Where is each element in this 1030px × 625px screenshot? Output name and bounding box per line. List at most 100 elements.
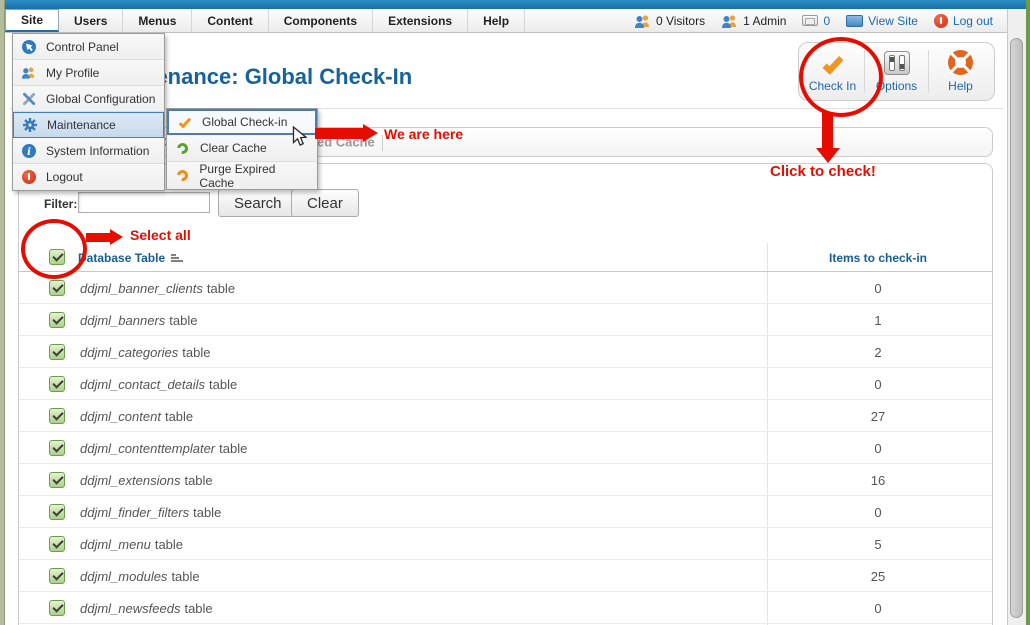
table-row: ddjml_newsfeedstable 0 (19, 592, 992, 624)
menu-menus[interactable]: Menus (123, 9, 192, 32)
admins-icon (721, 14, 738, 28)
check-icon (177, 115, 192, 130)
submenuitem-label: Purge Expired Cache (199, 162, 309, 190)
row-table-name: ddjml_finder_filterstable (80, 505, 221, 520)
table-row: ddjml_extensionstable 16 (19, 464, 992, 496)
row-table-name: ddjml_extensionstable (80, 473, 213, 488)
search-button[interactable]: Search (218, 189, 298, 217)
row-checkin-count: 1 (768, 313, 988, 328)
visitors-count: 0 Visitors (656, 14, 705, 28)
admins-status: 1 Admin (721, 14, 786, 28)
row-checkbox[interactable] (49, 472, 65, 488)
menuitem-global-configuration[interactable]: Global Configuration (13, 86, 164, 112)
row-checkin-count: 0 (768, 281, 988, 296)
subnav-separator (382, 135, 383, 151)
view-site-label: View Site (868, 14, 918, 28)
row-checkbox[interactable] (49, 600, 65, 616)
gear-icon (22, 118, 37, 133)
annotation-arrow-down (822, 112, 833, 149)
messages-status[interactable]: 0 (802, 14, 830, 28)
row-checkbox[interactable] (49, 536, 65, 552)
info-icon: i (21, 143, 36, 158)
row-checkbox[interactable] (49, 408, 65, 424)
table-header: Database Table Items to check-in (19, 243, 992, 272)
row-table-name: ddjml_contenttemplatertable (80, 441, 247, 456)
help-label: Help (948, 79, 973, 93)
menuitem-my-profile[interactable]: My Profile (13, 60, 164, 86)
annotation-arrow-here (315, 128, 363, 139)
menuitem-control-panel[interactable]: Control Panel (13, 34, 164, 60)
row-checkbox[interactable] (49, 312, 65, 328)
power-icon (21, 170, 36, 185)
svg-text:i: i (27, 146, 31, 157)
row-checkin-count: 27 (768, 409, 988, 424)
row-checkin-count: 2 (768, 345, 988, 360)
help-icon (948, 50, 973, 75)
annotation-arrow-select-head (110, 229, 123, 245)
row-checkbox[interactable] (49, 344, 65, 360)
table-row: ddjml_bannerstable 1 (19, 304, 992, 336)
menuitem-label: Global Configuration (46, 92, 155, 106)
help-button[interactable]: Help (929, 47, 992, 96)
scrollbar-thumb[interactable] (1010, 38, 1023, 618)
logout-link[interactable]: Log out (934, 14, 993, 28)
sort-asc-icon (171, 254, 183, 262)
annotation-select-all: Select all (130, 227, 191, 243)
site-dropdown-menu: Control Panel My Profile Global Configur… (12, 33, 165, 191)
mouse-cursor (292, 126, 307, 147)
menuitem-maintenance[interactable]: Maintenance (13, 112, 164, 138)
menuitem-label: System Information (46, 144, 149, 158)
submenuitem-label: Global Check-in (202, 115, 287, 129)
menu-content[interactable]: Content (192, 9, 268, 32)
row-table-name: ddjml_menutable (80, 537, 183, 552)
annotation-circle-select-all (21, 219, 87, 279)
menu-components[interactable]: Components (269, 9, 373, 32)
clear-button[interactable]: Clear (291, 189, 359, 217)
options-icon (884, 51, 910, 75)
menuitem-label: My Profile (46, 66, 99, 80)
mail-icon (802, 15, 818, 26)
row-checkbox[interactable] (49, 440, 65, 456)
row-table-name: ddjml_contenttable (80, 409, 193, 424)
table-row: ddjml_finder_filterstable 0 (19, 496, 992, 528)
menu-site[interactable]: Site (5, 9, 59, 32)
row-checkbox[interactable] (49, 376, 65, 392)
annotation-circle-checkin (799, 37, 883, 117)
annotation-arrow-select (86, 233, 110, 242)
user-icon (21, 65, 36, 80)
refresh-orange-icon (175, 168, 189, 183)
view-site-link[interactable]: View Site (846, 14, 918, 28)
menuitem-logout[interactable]: Logout (13, 164, 164, 190)
row-checkin-count: 0 (768, 441, 988, 456)
row-table-name: ddjml_bannerstable (80, 313, 197, 328)
column-header-database-table[interactable]: Database Table (78, 251, 183, 265)
row-table-name: ddjml_newsfeedstable (80, 601, 213, 616)
admin-menubar: Site Users Menus Content Components Exte… (5, 9, 1007, 33)
row-checkin-count: 0 (768, 377, 988, 392)
menu-help[interactable]: Help (468, 9, 525, 32)
row-checkin-count: 0 (768, 505, 988, 520)
refresh-green-icon (175, 141, 190, 156)
table-row: ddjml_categoriestable 2 (19, 336, 992, 368)
tools-icon (21, 91, 36, 106)
menuitem-label: Logout (46, 170, 83, 184)
visitors-icon (634, 14, 651, 28)
filter-label: Filter: (44, 197, 77, 211)
logout-icon (934, 14, 948, 28)
annotation-click-to-check: Click to check! (770, 163, 876, 180)
annotation-arrow-down-head (816, 148, 840, 163)
row-checkbox[interactable] (49, 504, 65, 520)
row-checkin-count: 16 (768, 473, 988, 488)
submenuitem-label: Clear Cache (200, 141, 267, 155)
menu-extensions[interactable]: Extensions (373, 9, 468, 32)
menuitem-system-information[interactable]: i System Information (13, 138, 164, 164)
row-checkbox[interactable] (49, 280, 65, 296)
table-row: ddjml_contenttemplatertable 0 (19, 432, 992, 464)
filter-input[interactable] (78, 192, 210, 213)
table-row: ddjml_menutable 5 (19, 528, 992, 560)
row-checkbox[interactable] (49, 568, 65, 584)
messages-count: 0 (823, 14, 830, 28)
menu-users[interactable]: Users (59, 9, 123, 32)
submenuitem-purge-expired-cache[interactable]: Purge Expired Cache (167, 162, 317, 189)
row-table-name: ddjml_banner_clientstable (80, 281, 235, 296)
